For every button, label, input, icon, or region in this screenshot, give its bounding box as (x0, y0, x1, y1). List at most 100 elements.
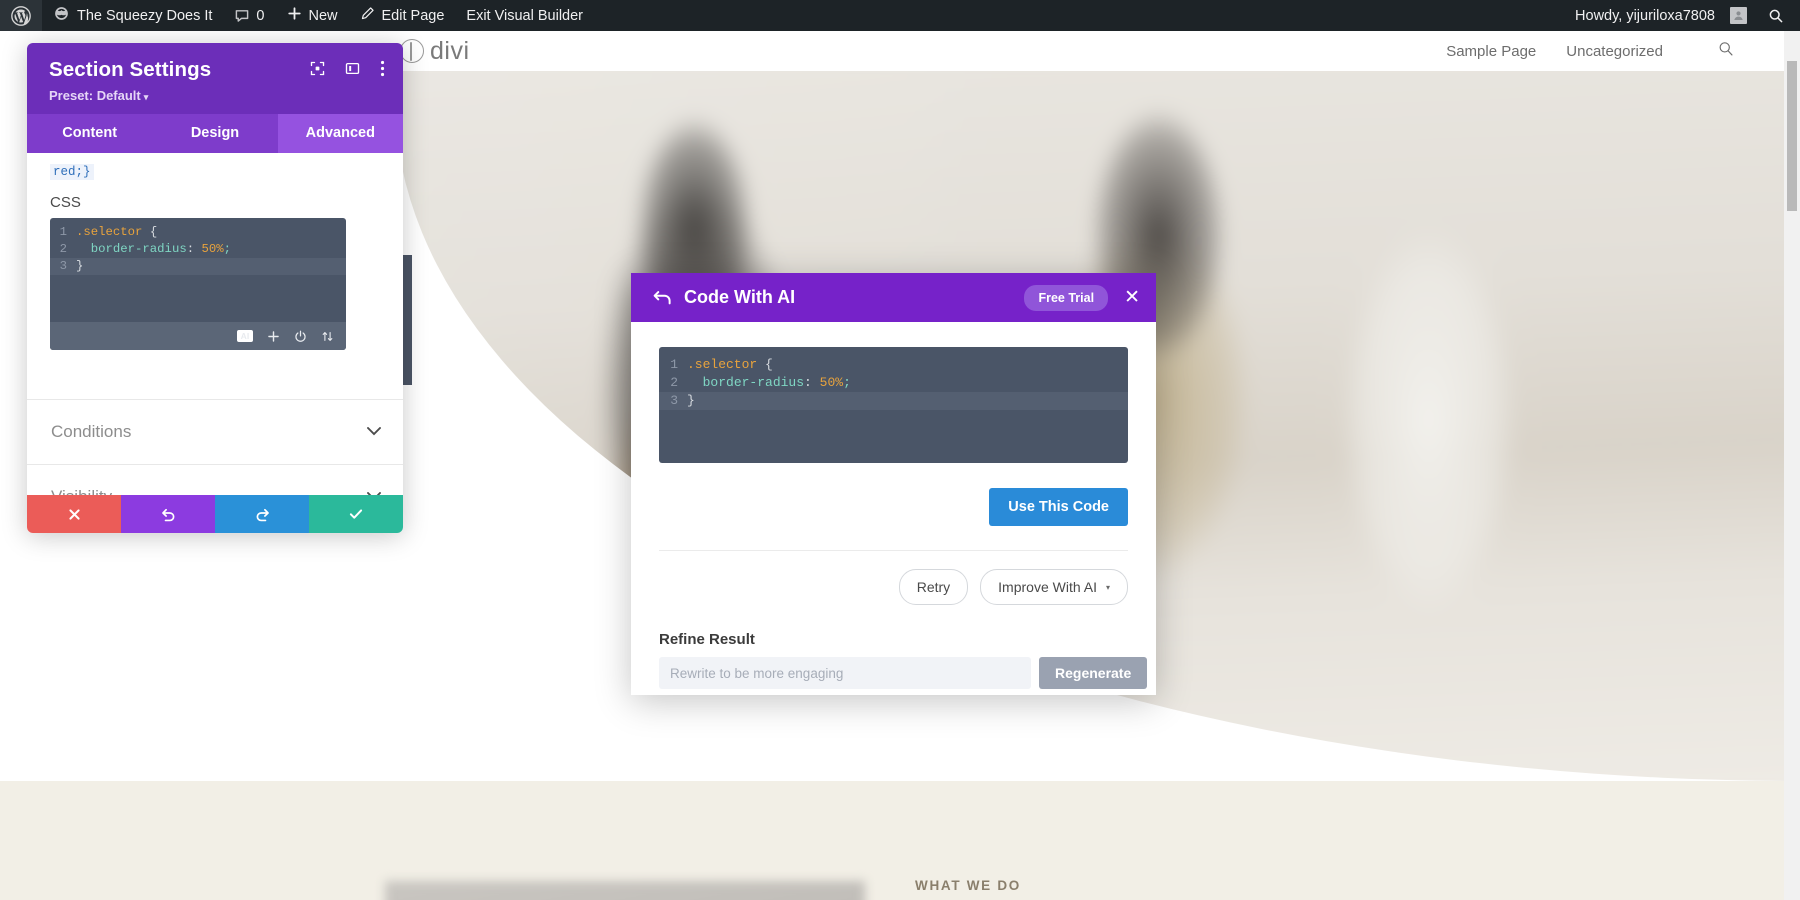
dashboard-icon (53, 5, 70, 26)
wordpress-logo-icon (11, 5, 31, 26)
my-account-menu[interactable]: Howdy, yijuriloxa7808 (1564, 0, 1758, 31)
what-we-do-text: WHAT WE DO Welcome the Best (915, 878, 1252, 900)
what-we-do-image (385, 881, 865, 900)
modal-title: Code With AI (684, 287, 796, 307)
improve-with-ai-button[interactable]: Improve With AI ▾ (980, 569, 1128, 605)
preset-label: Preset: Default (49, 88, 141, 103)
modal-header: Code With AI Free Trial ✕ (631, 273, 1156, 322)
site-name-menu[interactable]: The Squeezy Does It (42, 0, 223, 31)
refine-input[interactable] (659, 657, 1031, 689)
regenerate-button[interactable]: Regenerate (1039, 657, 1148, 689)
wp-logo-menu[interactable] (0, 0, 42, 31)
wp-admin-bar: The Squeezy Does It 0 New Edit Page Exit… (0, 0, 1800, 31)
tab-advanced[interactable]: Advanced (277, 114, 403, 153)
comment-count: 0 (256, 7, 265, 24)
line-number: 3 (59, 259, 67, 273)
plus-icon (287, 6, 302, 25)
line-number: 1 (670, 357, 678, 372)
power-icon[interactable] (294, 330, 307, 343)
page-scrollbar[interactable]: ▲ (1784, 6, 1800, 900)
editor-line: 2 border-radius: 50%; (659, 374, 1128, 392)
close-icon[interactable]: ✕ (1124, 288, 1140, 307)
improve-with-ai-label: Improve With AI (998, 579, 1097, 595)
new-content-menu[interactable]: New (276, 0, 349, 31)
line-number: 2 (670, 375, 678, 390)
edit-page-label: Edit Page (381, 7, 445, 24)
chevron-down-icon (367, 425, 381, 439)
refine-result-label: Refine Result (659, 631, 755, 648)
line-code: } (76, 259, 84, 273)
line-number: 1 (59, 225, 67, 239)
more-options-icon[interactable] (380, 60, 385, 77)
avatar (1730, 7, 1747, 24)
what-we-do-section: WHAT WE DO Welcome the Best (0, 781, 1800, 900)
line-code: .selector { (76, 225, 158, 239)
section-settings-panel: Section Settings Preset: Default ▾ Conten… (27, 43, 403, 533)
css-field-label: CSS (50, 194, 81, 211)
editor-line: 1 .selector { (659, 356, 1128, 374)
admin-search-button[interactable] (1758, 0, 1796, 31)
scrollbar-thumb[interactable] (1787, 61, 1797, 211)
editor-line-active: 3 } (659, 392, 1128, 410)
preset-selector[interactable]: Preset: Default ▾ (49, 88, 383, 103)
site-search-icon[interactable] (1717, 40, 1735, 62)
chevron-down-icon: ▾ (1105, 582, 1110, 592)
ai-generated-code[interactable]: 1 .selector { 2 border-radius: 50%; 3 } (659, 347, 1128, 463)
line-number: 3 (670, 393, 678, 408)
panel-header-actions (310, 60, 385, 77)
sort-arrows-icon[interactable] (321, 330, 334, 343)
pencil-icon (360, 6, 375, 25)
modal-actions: Retry Improve With AI ▾ (898, 569, 1128, 605)
retry-button[interactable]: Retry (898, 569, 969, 605)
redo-button[interactable] (215, 495, 309, 533)
modal-divider (659, 550, 1128, 551)
cancel-button[interactable] (27, 495, 121, 533)
comments-menu[interactable]: 0 (223, 0, 275, 31)
settings-tabs: Content Design Advanced (27, 114, 403, 153)
chevron-down-icon: ▾ (143, 92, 149, 102)
refine-result-row: Regenerate (659, 657, 1148, 689)
site-name-label: The Squeezy Does It (77, 7, 213, 24)
howdy-label: Howdy, yijuriloxa7808 (1575, 7, 1715, 24)
settings-panel-footer (27, 495, 403, 533)
tab-content[interactable]: Content (27, 114, 152, 153)
css-code-editor[interactable]: 1 .selector { 2 border-radius: 50%; 3 } … (50, 218, 346, 350)
plus-icon[interactable] (267, 330, 280, 343)
line-code: border-radius: 50%; (702, 375, 851, 390)
line-code: border-radius: 50%; (90, 242, 232, 256)
new-label: New (308, 7, 338, 24)
site-logo[interactable]: divi (400, 37, 470, 66)
nav-item-sample-page[interactable]: Sample Page (1446, 43, 1536, 60)
line-number: 2 (59, 242, 67, 256)
editor-line: 2 border-radius: 50%; (50, 241, 346, 258)
save-button[interactable] (309, 495, 403, 533)
focus-icon[interactable] (310, 61, 325, 76)
line-code: } (687, 393, 695, 408)
code-with-ai-modal: Code With AI Free Trial ✕ 1 .selector { … (631, 273, 1156, 695)
modal-body: 1 .selector { 2 border-radius: 50%; 3 } … (631, 322, 1156, 695)
divi-logo-icon (400, 39, 424, 63)
tab-design[interactable]: Design (152, 114, 277, 153)
undo-button[interactable] (121, 495, 215, 533)
site-nav: Sample Page Uncategorized (1446, 40, 1735, 62)
accordion-label: Conditions (51, 422, 132, 441)
settings-panel-body: red;} CSS 1 .selector { 2 border-radius:… (27, 153, 403, 533)
site-logo-text: divi (430, 36, 470, 65)
settings-panel-header: Section Settings Preset: Default ▾ (27, 43, 403, 114)
nav-item-uncategorized[interactable]: Uncategorized (1566, 43, 1663, 60)
comment-bubble-icon (234, 8, 249, 23)
ai-badge-icon[interactable]: AI (237, 329, 253, 343)
section-eyebrow: WHAT WE DO (915, 878, 1021, 893)
exit-visual-builder-label: Exit Visual Builder (466, 7, 584, 24)
accordion-conditions[interactable]: Conditions (27, 399, 403, 464)
overflow-code-snippet: red;} (50, 164, 94, 180)
editor-toolbar: AI (50, 322, 346, 350)
edit-page-button[interactable]: Edit Page (349, 0, 456, 31)
layout-toggle-icon[interactable] (345, 61, 360, 76)
use-this-code-button[interactable]: Use This Code (989, 488, 1128, 526)
back-arrow-icon[interactable] (653, 290, 672, 305)
editor-line: 1 .selector { (50, 224, 346, 241)
editor-line-active: 3 } (50, 258, 346, 275)
free-trial-badge[interactable]: Free Trial (1024, 284, 1109, 311)
exit-visual-builder-button[interactable]: Exit Visual Builder (455, 0, 594, 31)
